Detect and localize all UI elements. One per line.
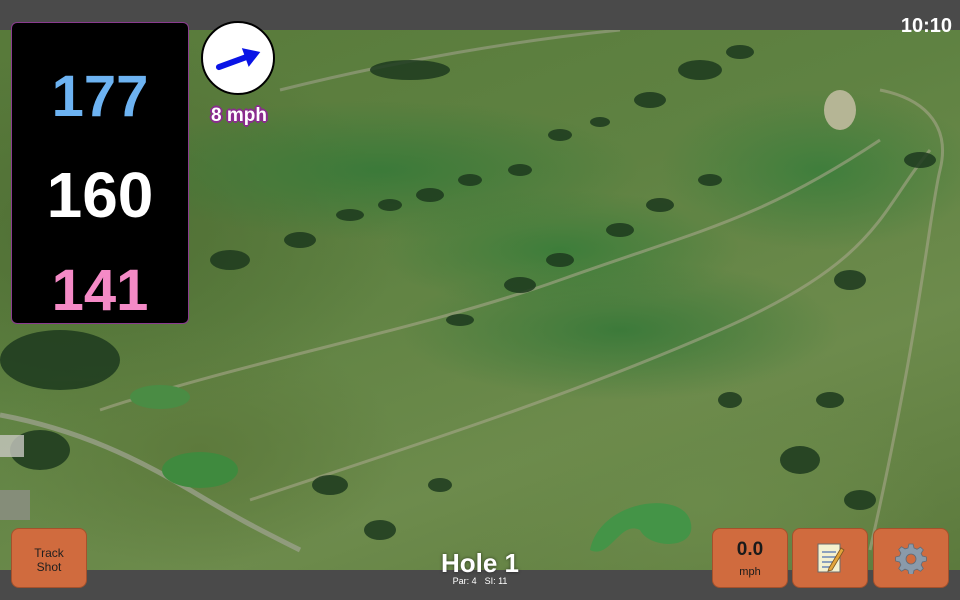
wind-arrow-icon	[215, 48, 261, 71]
gear-icon	[895, 543, 927, 574]
front-yardage: 141	[51, 258, 149, 323]
speed-unit: mph	[739, 566, 761, 578]
wind-speed-label: 8 mph	[211, 105, 267, 126]
center-yardage: 160	[46, 159, 154, 231]
track-shot-button[interactable]: Track Shot	[11, 528, 87, 588]
speed-button[interactable]: 0.0 mph	[712, 528, 788, 588]
back-yardage: 177	[51, 64, 149, 129]
hole-details: Par: 4 SI: 11	[380, 576, 580, 586]
hole-title: Hole 1	[440, 548, 520, 578]
notes-button[interactable]	[792, 528, 868, 588]
stroke-index-label: SI: 11	[484, 576, 508, 586]
notepad-icon	[817, 543, 845, 573]
yardage-panel: 177 160 141	[11, 22, 189, 324]
status-time: 10:10	[900, 15, 952, 37]
track-shot-label-line2: Shot	[36, 560, 62, 574]
settings-button[interactable]	[873, 528, 949, 588]
par-label: Par: 4	[452, 576, 477, 586]
speed-value: 0.0	[736, 539, 764, 560]
wind-direction-dial[interactable]	[201, 21, 275, 95]
track-shot-label-line1: Track	[34, 546, 64, 560]
